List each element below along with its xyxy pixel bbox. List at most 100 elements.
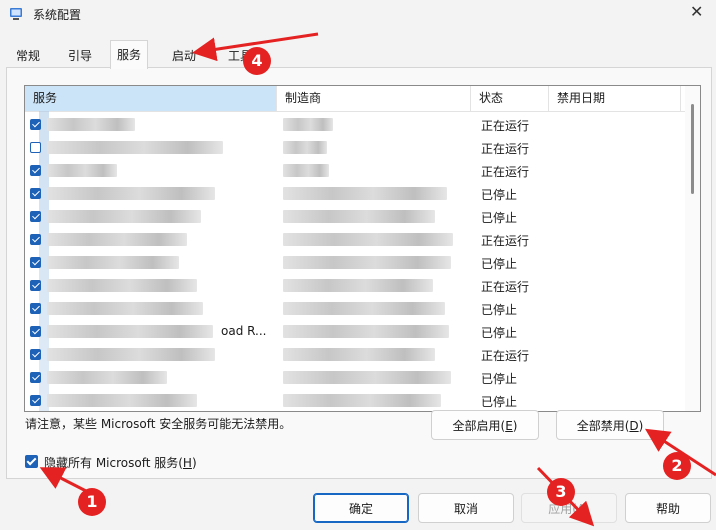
- table-row[interactable]: 正在运行: [25, 159, 685, 182]
- manufacturer-redacted: [283, 325, 449, 338]
- window-title: 系统配置: [33, 8, 82, 22]
- manufacturer-redacted: [283, 394, 441, 407]
- service-status: 已停止: [481, 326, 518, 340]
- manufacturer-redacted: [283, 302, 445, 315]
- row-checkbox[interactable]: [30, 211, 41, 222]
- row-checkbox[interactable]: [30, 349, 41, 360]
- row-checkbox[interactable]: [30, 234, 41, 245]
- hide-microsoft-services-label[interactable]: 隐藏所有 Microsoft 服务(H): [44, 454, 197, 471]
- help-button[interactable]: 帮助: [625, 493, 711, 523]
- table-row[interactable]: 正在运行: [25, 113, 685, 136]
- row-checkbox[interactable]: [30, 280, 41, 291]
- service-name-redacted: [47, 279, 197, 292]
- service-name-redacted: [47, 302, 203, 315]
- service-name-redacted: [47, 141, 223, 154]
- service-name-redacted: [47, 348, 215, 361]
- enable-all-label: 全部启用(: [452, 419, 506, 433]
- disable-all-button[interactable]: 全部禁用(D): [556, 410, 664, 440]
- service-status: 正在运行: [481, 165, 530, 179]
- ok-button[interactable]: 确定: [313, 493, 409, 523]
- tab-general[interactable]: 常规: [10, 45, 46, 67]
- row-checkbox[interactable]: [30, 372, 41, 383]
- disable-all-label: 全部禁用(: [576, 419, 630, 433]
- hide-ms-key: H: [182, 456, 192, 470]
- enable-all-button[interactable]: 全部启用(E): [431, 410, 539, 440]
- hide-ms-text: 隐藏所有 Microsoft 服务(: [44, 456, 183, 470]
- table-row[interactable]: 已停止: [25, 205, 685, 228]
- manufacturer-redacted: [283, 233, 453, 246]
- scrollbar[interactable]: [685, 86, 700, 411]
- enable-all-key: E: [505, 419, 513, 433]
- row-checkbox[interactable]: [30, 188, 41, 199]
- row-checkbox[interactable]: [30, 119, 41, 130]
- close-icon[interactable]: ✕: [690, 2, 703, 21]
- service-status: 已停止: [481, 303, 518, 317]
- tab-startup[interactable]: 启动: [166, 45, 202, 67]
- step-badge-4: 4: [243, 47, 271, 75]
- row-checkbox[interactable]: [30, 395, 41, 406]
- service-status: 已停止: [481, 257, 518, 271]
- manufacturer-redacted: [283, 118, 333, 131]
- table-row[interactable]: 正在运行: [25, 343, 685, 366]
- step-badge-3: 3: [547, 478, 575, 506]
- service-status: 已停止: [481, 372, 518, 386]
- tab-services[interactable]: 服务: [110, 40, 149, 69]
- step-badge-2: 2: [663, 452, 691, 480]
- table-row[interactable]: 正在运行: [25, 228, 685, 251]
- table-header: 服务 制造商 状态 禁用日期: [25, 86, 685, 112]
- services-table[interactable]: 服务 制造商 状态 禁用日期 正在运行 正在运行 正在运行 已停止 已停止 正在运行 已停止…: [24, 85, 701, 412]
- service-status: 正在运行: [481, 142, 530, 156]
- security-note: 请注意，某些 Microsoft 安全服务可能无法禁用。: [25, 417, 292, 431]
- column-header-manufacturer[interactable]: 制造商: [277, 86, 471, 111]
- row-checkbox[interactable]: [30, 326, 41, 337]
- service-status: 正在运行: [481, 349, 530, 363]
- service-status: 正在运行: [481, 234, 530, 248]
- service-name-redacted: [47, 233, 187, 246]
- apply-close: ): [585, 502, 590, 516]
- table-row[interactable]: 已停止: [25, 297, 685, 320]
- manufacturer-redacted: [283, 210, 435, 223]
- msconfig-app-icon: [10, 8, 22, 20]
- enable-all-close: ): [512, 419, 518, 433]
- row-checkbox[interactable]: [30, 142, 41, 153]
- service-name-redacted: [47, 118, 135, 131]
- manufacturer-redacted: [283, 256, 451, 269]
- row-checkbox[interactable]: [30, 257, 41, 268]
- table-row[interactable]: 已停止: [25, 182, 685, 205]
- column-header-status[interactable]: 状态: [471, 86, 549, 111]
- manufacturer-redacted: [283, 187, 447, 200]
- step-badge-1: 1: [78, 488, 106, 516]
- service-name-redacted: [47, 256, 179, 269]
- scrollbar-thumb[interactable]: [691, 104, 694, 194]
- service-name-redacted: [47, 371, 167, 384]
- manufacturer-redacted: [283, 279, 433, 292]
- service-status: 正在运行: [481, 119, 530, 133]
- service-name-redacted: [47, 394, 197, 407]
- service-status: 已停止: [481, 395, 518, 409]
- manufacturer-redacted: [283, 371, 451, 384]
- cancel-button[interactable]: 取消: [418, 493, 514, 523]
- tab-boot[interactable]: 引导: [62, 45, 98, 67]
- column-header-service[interactable]: 服务: [25, 86, 277, 111]
- table-row[interactable]: 已停止: [25, 251, 685, 274]
- table-row[interactable]: 已停止: [25, 389, 685, 411]
- row-checkbox[interactable]: [30, 303, 41, 314]
- manufacturer-redacted: [283, 348, 435, 361]
- hide-microsoft-services-checkbox[interactable]: [25, 455, 38, 468]
- service-name-redacted: [47, 325, 213, 338]
- apply-key: A: [576, 502, 586, 516]
- table-row[interactable]: oad R... 已停止: [25, 320, 685, 343]
- table-row[interactable]: 正在运行: [25, 136, 685, 159]
- column-header-disable-date[interactable]: 禁用日期: [549, 86, 681, 111]
- table-row[interactable]: 正在运行: [25, 274, 685, 297]
- service-name-text: oad R...: [221, 324, 267, 338]
- service-status: 已停止: [481, 211, 518, 225]
- row-checkbox[interactable]: [30, 165, 41, 176]
- service-name-redacted: [47, 187, 215, 200]
- manufacturer-redacted: [283, 164, 329, 177]
- table-row[interactable]: 已停止: [25, 366, 685, 389]
- title-bar: 系统配置 ✕: [0, 0, 716, 30]
- manufacturer-redacted: [283, 141, 327, 154]
- service-name-redacted: [47, 164, 117, 177]
- disable-all-close: ): [638, 419, 644, 433]
